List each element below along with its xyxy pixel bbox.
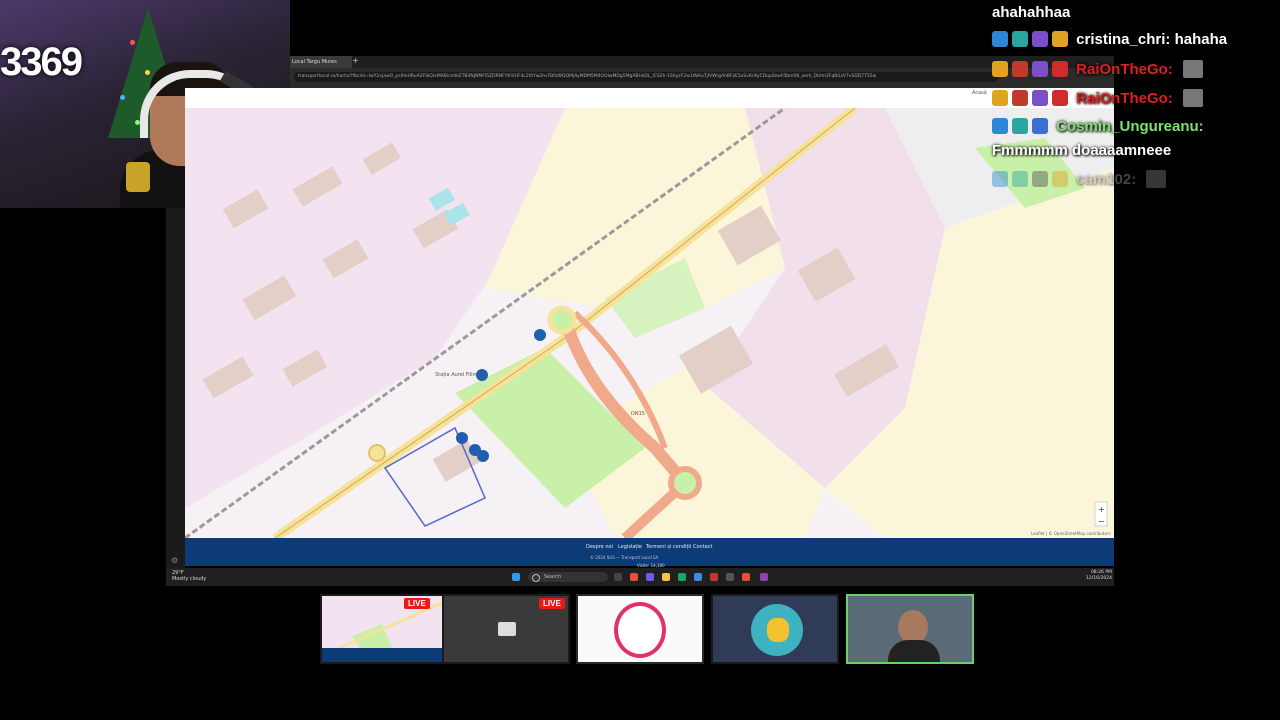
folder-icon[interactable]: [662, 573, 670, 581]
chat-username[interactable]: cam102:: [1076, 171, 1136, 188]
badge-icon: [1032, 171, 1048, 187]
app-icon[interactable]: [760, 573, 768, 581]
stream-thumbnail[interactable]: [576, 594, 704, 664]
badge-icon: [1052, 31, 1068, 47]
emote-icon: [1183, 60, 1204, 78]
badge-icon: [1032, 61, 1048, 77]
chat-message: Cosmin_Ungureanu:: [992, 118, 1204, 135]
badge-icon: [1012, 118, 1028, 134]
zoom-in-button[interactable]: +: [1098, 505, 1105, 514]
bus-stop-icon[interactable]: [477, 450, 489, 462]
badge-icon: [1012, 61, 1028, 77]
avatar: [888, 640, 940, 662]
weather-widget[interactable]: 29°F Mostly cloudy: [172, 570, 206, 582]
avatar: [898, 610, 928, 644]
stream-counter: 3369: [0, 40, 83, 84]
tab-bar: [290, 56, 1114, 68]
app-icon[interactable]: [726, 573, 734, 581]
footer-link-terms[interactable]: Termeni și condiții: [646, 544, 691, 550]
footer-link-contact[interactable]: Contact: [693, 544, 712, 550]
badge-icon: [992, 171, 1008, 187]
footer-copyright: © 2024 SUS — Transport Local SA: [590, 555, 659, 560]
badge-icon: [1012, 31, 1028, 47]
task-view-icon[interactable]: [614, 573, 622, 581]
avatar: [614, 602, 666, 658]
roundabout-south: [668, 466, 702, 500]
badge-icon: [992, 90, 1008, 106]
stream-thumbnail[interactable]: [846, 594, 974, 664]
chat-username[interactable]: RaiOnTheGo:: [1076, 61, 1173, 78]
page-header: [290, 88, 1114, 108]
browser-tab[interactable]: Local Targu Mures: [290, 56, 352, 68]
nav-home-link[interactable]: Acasă: [972, 90, 987, 96]
duck-icon: [767, 618, 789, 642]
footer-link-legislation[interactable]: Legislație: [618, 544, 642, 550]
badge-icon: [1052, 61, 1068, 77]
taskbar-clock[interactable]: 08:26 PM 12/16/2024: [1086, 570, 1112, 582]
search-icon: [532, 574, 540, 582]
windows-taskbar: [166, 568, 1114, 586]
app-icon[interactable]: [678, 573, 686, 581]
chat-message: cristina_chri: hahaha: [992, 31, 1227, 48]
gear-icon[interactable]: ⚙: [171, 556, 178, 565]
emote-icon: [1183, 89, 1204, 107]
shirt-logo: [126, 162, 150, 192]
transit-map[interactable]: Stația Aurel Filimon DN15 Leaflet | © Op…: [185, 108, 1114, 538]
site-footer: [185, 538, 1114, 566]
badge-icon: [1032, 90, 1048, 106]
app-icon[interactable]: [742, 573, 750, 581]
taskbar-search[interactable]: Search: [528, 572, 608, 582]
monitor-icon: [498, 622, 516, 636]
emote-icon: [1146, 170, 1167, 188]
map-attribution: Leaflet | © OpenStreetMap contributors: [1031, 531, 1111, 536]
side-panel: [166, 208, 185, 568]
chat-username[interactable]: Cosmin_Ungureanu:: [1056, 118, 1204, 135]
bus-stop-icon[interactable]: [456, 432, 468, 444]
badge-icon: [992, 118, 1008, 134]
chat-message: RaiOnTheGo:: [992, 89, 1204, 107]
badge-icon: [1052, 90, 1068, 106]
bus-stop-icon[interactable]: [534, 329, 546, 341]
chat-text: hahaha: [1174, 31, 1228, 48]
chat-message: cam102:: [992, 170, 1167, 188]
stream-thumbnail[interactable]: [711, 594, 839, 664]
badge-icon: [1032, 118, 1048, 134]
footer-link-about[interactable]: Despre noi: [586, 544, 613, 550]
new-tab-button[interactable]: +: [352, 56, 359, 65]
address-bar[interactable]: transportlocal.ro/harta/?fbclid=IwY2xjaw…: [294, 72, 998, 82]
app-icon[interactable]: [646, 573, 654, 581]
chat-username[interactable]: cristina_chri:: [1076, 31, 1170, 48]
app-icon[interactable]: [710, 573, 718, 581]
crown-icon: [992, 61, 1008, 77]
app-icon[interactable]: [694, 573, 702, 581]
start-icon[interactable]: [512, 573, 520, 581]
clock-date: 12/16/2024: [1086, 576, 1112, 581]
live-badge: LIVE: [539, 598, 565, 609]
chrome-icon[interactable]: [630, 573, 638, 581]
chat-message: RaiOnTheGo:: [992, 60, 1204, 78]
badge-icon: [1012, 90, 1028, 106]
chat-text: Fmmmmm doaaaamneee: [992, 142, 1172, 159]
road-label: DN15: [631, 411, 645, 417]
badge-icon: [1012, 171, 1028, 187]
page-header-left: [185, 88, 290, 108]
roundabout-west: [368, 444, 386, 462]
chat-username[interactable]: RaiOnTheGo:: [1076, 90, 1173, 107]
badge-icon: [1052, 171, 1068, 187]
live-badge: LIVE: [404, 598, 430, 609]
zoom-out-button[interactable]: −: [1098, 517, 1105, 526]
chat-text: ahahahhaa: [992, 4, 1071, 21]
roundabout-north: [547, 305, 577, 335]
chat-message: Fmmmmm doaaaamneee: [992, 142, 1171, 159]
badge-icon: [992, 31, 1008, 47]
badge-icon: [1032, 31, 1048, 47]
bus-stop-label: Stația Aurel Filimon: [435, 372, 484, 378]
chat-message: ahahahhaa: [992, 4, 1070, 21]
weather-desc: Mostly cloudy: [172, 576, 207, 582]
